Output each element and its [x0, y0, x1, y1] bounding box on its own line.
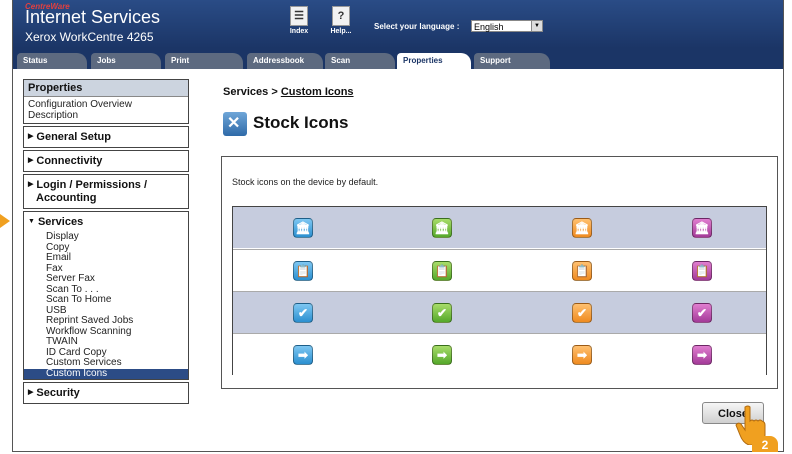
sidebar-item-security[interactable]: ▶ Security [23, 382, 189, 404]
app-header: CentreWare Internet Services Xerox WorkC… [13, 0, 783, 48]
sidebar-heading: Properties [24, 80, 188, 97]
brand-title: Internet Services [25, 7, 161, 27]
sidebar-item-scan-to-home[interactable]: Scan To Home [24, 294, 188, 306]
arrow-right-icon: ➡ [432, 345, 452, 365]
sidebar-item-email[interactable]: Email [24, 252, 188, 264]
icon-grid: 🏛 🏛 🏛 🏛 📋 📋 📋 📋 ✔ ✔ ✔ ✔ ➡ ➡ ➡ ➡ [232, 206, 767, 375]
sidebar-item-configuration-overview[interactable]: Configuration Overview Description [24, 97, 188, 123]
help-button[interactable]: ? Help... [321, 6, 361, 35]
config-overview-label: Configuration Overview [28, 99, 132, 110]
accounting-label: Accounting [36, 192, 97, 204]
security-label: Security [36, 387, 80, 399]
tab-support[interactable]: Support [474, 53, 550, 69]
browser-page: CentreWare Internet Services Xerox WorkC… [12, 0, 784, 452]
help-label: Help... [330, 28, 352, 35]
clipboard-icon: 📋 [293, 261, 313, 281]
sidebar-nav: Properties Configuration Overview Descri… [23, 79, 189, 406]
language-label: Select your language : [374, 22, 460, 31]
icon-row: ✔ ✔ ✔ ✔ [233, 291, 766, 333]
breadcrumb-link[interactable]: Custom Icons [281, 86, 354, 98]
tab-scan[interactable]: Scan [325, 53, 395, 69]
collapsed-triangle-icon: ▶ [28, 389, 34, 396]
clipboard-icon: 📋 [572, 261, 592, 281]
sidebar-item-custom-services[interactable]: Custom Services [24, 357, 188, 369]
icon-row: ➡ ➡ ➡ ➡ [233, 333, 766, 375]
tab-addressbook[interactable]: Addressbook [247, 53, 323, 69]
arrow-right-icon: ➡ [293, 345, 313, 365]
icon-row: 🏛 🏛 🏛 🏛 [233, 207, 766, 248]
sidebar-item-login-permissions[interactable]: ▶ Login / Permissions / Accounting [23, 174, 189, 209]
description-label: Description [28, 110, 79, 121]
check-icon: ✔ [692, 303, 712, 323]
sidebar-item-general-setup[interactable]: ▶ General Setup [23, 126, 189, 148]
sidebar-item-connectivity[interactable]: ▶ Connectivity [23, 150, 189, 172]
expanded-triangle-icon: ▼ [28, 218, 35, 225]
tab-status[interactable]: Status [17, 53, 87, 69]
sidebar-item-services[interactable]: ▼ Services [24, 212, 188, 232]
sidebar-services-group: ▼ Services Display Copy Email Fax Server … [23, 211, 189, 380]
tab-jobs[interactable]: Jobs [91, 53, 161, 69]
icon-row: 📋 📋 📋 📋 [233, 249, 766, 291]
arrow-right-icon: ➡ [572, 345, 592, 365]
collapsed-triangle-icon: ▶ [28, 133, 34, 140]
step-badge: 2 [752, 436, 778, 452]
sidebar-item-custom-icons[interactable]: Custom Icons [24, 368, 188, 379]
connectivity-label: Connectivity [36, 155, 103, 167]
arrow-right-icon: ➡ [692, 345, 712, 365]
stock-icons-panel: Stock icons on the device by default. 🏛 … [221, 156, 778, 389]
page-title-text: Stock Icons [253, 113, 349, 132]
index-button[interactable]: ☰ Index [279, 6, 319, 35]
bank-icon: 🏛 [432, 218, 452, 238]
language-value: English [474, 22, 504, 32]
clipboard-icon: 📋 [432, 261, 452, 281]
panel-description: Stock icons on the device by default. [232, 177, 379, 187]
device-model: Xerox WorkCentre 4265 [25, 30, 154, 44]
help-icon: ? [332, 6, 350, 26]
collapsed-triangle-icon: ▶ [28, 181, 34, 188]
services-label: Services [37, 216, 84, 228]
bank-icon: 🏛 [572, 218, 592, 238]
bank-icon: 🏛 [692, 218, 712, 238]
tab-properties[interactable]: Properties [397, 53, 471, 69]
check-icon: ✔ [432, 303, 452, 323]
sidebar-item-display[interactable]: Display [24, 231, 188, 243]
tab-bar: Status Jobs Print Addressbook Scan Prope… [13, 48, 783, 69]
sidebar-item-twain[interactable]: TWAIN [24, 336, 188, 348]
collapsed-triangle-icon: ▶ [28, 157, 34, 164]
login-permissions-label: Login / Permissions / [36, 179, 148, 191]
language-select[interactable]: English ▼ [471, 20, 543, 32]
chevron-down-icon: ▼ [531, 21, 542, 31]
general-setup-label: General Setup [36, 131, 111, 143]
page-title: Stock Icons [223, 110, 348, 136]
clipboard-icon: 📋 [692, 261, 712, 281]
tab-print[interactable]: Print [165, 53, 243, 69]
step-marker-arrow-icon [0, 214, 10, 228]
check-icon: ✔ [293, 303, 313, 323]
sidebar-item-server-fax[interactable]: Server Fax [24, 273, 188, 285]
index-label: Index [289, 28, 309, 35]
properties-box: Properties Configuration Overview Descri… [23, 79, 189, 124]
breadcrumb-prefix: Services > [223, 86, 281, 98]
sidebar-item-reprint-saved-jobs[interactable]: Reprint Saved Jobs [24, 315, 188, 327]
bank-icon: 🏛 [293, 218, 313, 238]
tools-icon [223, 111, 247, 136]
check-icon: ✔ [572, 303, 592, 323]
breadcrumb: Services > Custom Icons [223, 86, 354, 98]
index-icon: ☰ [290, 6, 308, 26]
